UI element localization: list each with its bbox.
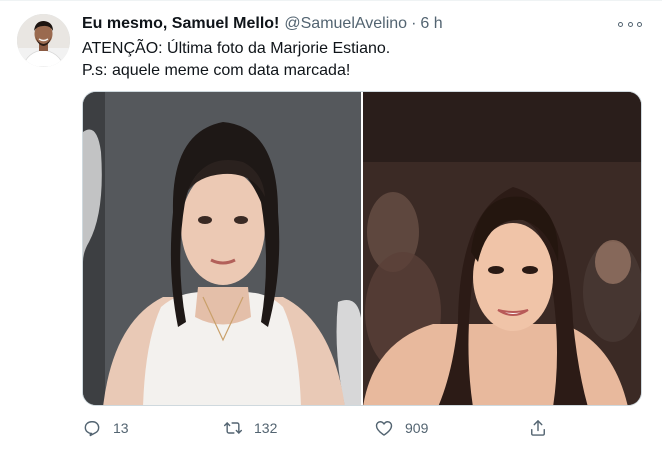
tweet-text-line-2: P.s: aquele meme com data marcada! xyxy=(82,62,351,79)
share-icon xyxy=(531,420,545,436)
retweet-icon xyxy=(223,422,243,434)
display-name[interactable]: Eu mesmo, Samuel Mello! xyxy=(82,15,279,33)
timestamp[interactable]: 6 h xyxy=(420,15,442,33)
retweet-count: 132 xyxy=(254,420,278,436)
retweet-button[interactable]: 132 xyxy=(223,416,277,440)
photo-2-image xyxy=(363,92,641,405)
like-button[interactable]: 909 xyxy=(374,416,428,440)
reply-count: 13 xyxy=(113,420,129,436)
separator-dot: · xyxy=(411,15,417,32)
tweet-actions: 13 132 909 xyxy=(82,416,552,440)
tweet-text-line-1: ATENÇÃO: Última foto da Marjorie Estiano… xyxy=(82,40,391,57)
avatar-photo xyxy=(17,14,70,67)
photo-1[interactable] xyxy=(83,92,361,405)
reply-button[interactable]: 13 xyxy=(82,416,129,440)
heart-icon xyxy=(375,421,393,436)
user-handle[interactable]: @SamuelAvelino xyxy=(284,15,407,33)
share-button[interactable] xyxy=(528,416,548,440)
tweet-header: Eu mesmo, Samuel Mello! @SamuelAvelino ·… xyxy=(82,15,443,37)
more-dots-icon[interactable] xyxy=(618,15,642,33)
like-count: 909 xyxy=(405,420,429,436)
avatar[interactable] xyxy=(17,14,70,67)
reply-icon xyxy=(84,421,100,437)
tweet-card[interactable]: Eu mesmo, Samuel Mello! @SamuelAvelino ·… xyxy=(0,0,662,454)
tweet-media xyxy=(82,91,642,406)
photo-1-image xyxy=(83,92,361,405)
photo-2[interactable] xyxy=(363,92,641,405)
